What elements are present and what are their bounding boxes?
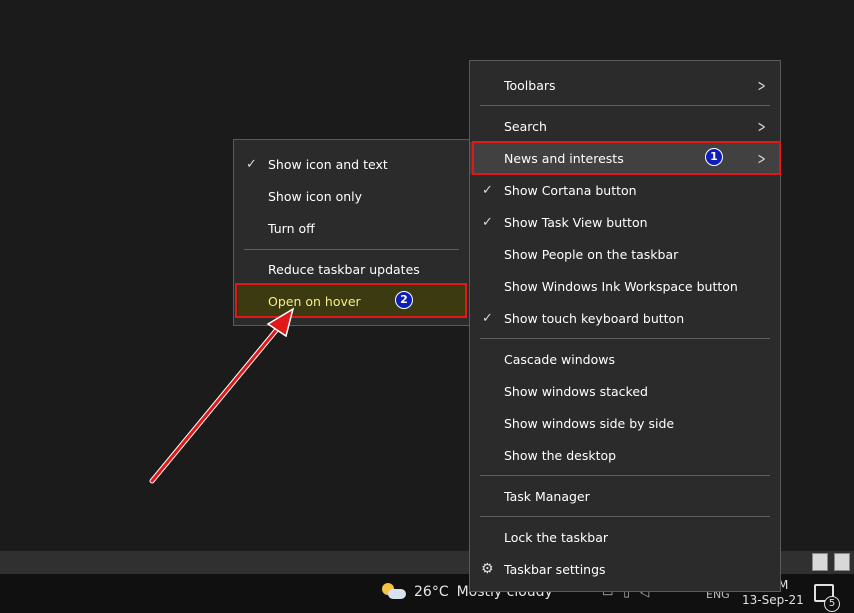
annotation-arrow xyxy=(149,307,295,484)
